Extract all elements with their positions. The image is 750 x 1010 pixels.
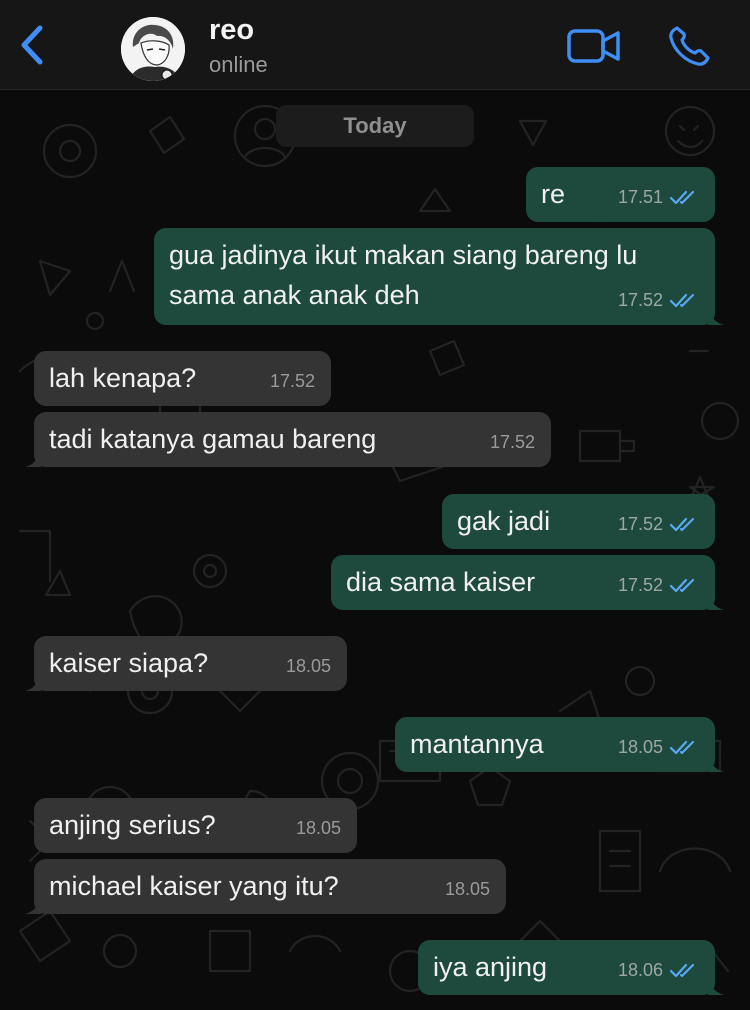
- phone-icon: [669, 26, 710, 66]
- message-text: anjing serius?: [49, 810, 216, 840]
- bubble-tail: [708, 307, 724, 325]
- message-time: 18.05: [295, 818, 341, 838]
- message-time: 17.52: [617, 514, 663, 534]
- chevron-left-icon: [21, 25, 43, 65]
- message-bubble-outgoing[interactable]: gua jadinya ikut makan siang bareng lu s…: [154, 228, 724, 325]
- message-time: 17.52: [489, 432, 535, 452]
- double-check-icon: [669, 517, 695, 532]
- video-call-button[interactable]: [566, 26, 622, 66]
- bubble-tail: [708, 754, 724, 772]
- contact-name[interactable]: reo: [209, 14, 254, 47]
- message-time: 17.52: [617, 290, 663, 310]
- message-text: iya anjing: [433, 952, 548, 982]
- message-time: 17.52: [269, 371, 315, 391]
- voice-call-button[interactable]: [667, 24, 713, 68]
- message-bubble-outgoing[interactable]: iya anjing 18.06: [418, 940, 724, 995]
- message-meta: 18.05: [618, 727, 699, 767]
- message-bubble-incoming[interactable]: lah kenapa? 17.52: [34, 351, 331, 406]
- message-time: 18.05: [444, 879, 490, 899]
- avatar-image: [121, 17, 185, 81]
- message-text: michael kaiser yang itu?: [49, 871, 339, 901]
- message-bubble-incoming[interactable]: anjing serius? 18.05: [34, 798, 357, 853]
- bubble-tail: [25, 673, 41, 691]
- message-bubble-outgoing[interactable]: gak jadi 17.52: [442, 494, 715, 549]
- message-bubble-incoming[interactable]: kaiser siapa? 18.05: [25, 636, 347, 691]
- date-separator: Today: [276, 105, 474, 147]
- message-meta: 17.52: [618, 565, 699, 605]
- avatar[interactable]: [121, 17, 185, 81]
- chat-area[interactable]: Today re 17.51 gua jadinya ikut makan sian…: [0, 91, 750, 1010]
- message-meta: 18.06: [618, 950, 699, 990]
- bubble-tail: [25, 896, 41, 914]
- message-meta: 18.05: [445, 869, 490, 909]
- message-bubble-incoming[interactable]: michael kaiser yang itu? 18.05: [25, 859, 506, 914]
- message-time: 17.51: [617, 187, 663, 207]
- message-time: 18.05: [617, 737, 663, 757]
- message-text: dia sama kaiser: [346, 567, 536, 597]
- message-time: 17.52: [617, 575, 663, 595]
- bubble-tail: [708, 977, 724, 995]
- chat-header: reo online: [0, 0, 750, 90]
- message-meta: 17.52: [618, 504, 699, 544]
- message-text: tadi katanya gamau bareng: [49, 424, 377, 454]
- message-text: lah kenapa?: [49, 363, 197, 393]
- message-text: re: [541, 179, 566, 209]
- message-meta: 17.52: [490, 422, 535, 462]
- double-check-icon: [669, 740, 695, 755]
- message-meta: 18.05: [286, 646, 331, 686]
- message-meta: 18.05: [296, 808, 341, 848]
- message-bubble-incoming[interactable]: tadi katanya gamau bareng 17.52: [25, 412, 551, 467]
- message-meta: 17.52: [270, 361, 315, 401]
- message-meta: 17.52: [618, 280, 699, 320]
- contact-status: online: [209, 52, 268, 77]
- double-check-icon: [669, 293, 695, 308]
- double-check-icon: [669, 578, 695, 593]
- message-time: 18.05: [285, 656, 331, 676]
- double-check-icon: [669, 190, 695, 205]
- double-check-icon: [669, 963, 695, 978]
- back-button[interactable]: [12, 22, 52, 68]
- message-text: mantannya: [410, 729, 544, 759]
- video-camera-icon: [567, 29, 620, 63]
- bubble-tail: [708, 592, 724, 610]
- message-time: 18.06: [617, 960, 663, 980]
- message-meta: 17.51: [618, 177, 699, 217]
- message-bubble-outgoing[interactable]: re 17.51: [526, 167, 715, 222]
- message-bubble-outgoing[interactable]: mantannya 18.05: [395, 717, 724, 772]
- message-text: gak jadi: [457, 506, 551, 536]
- message-text: kaiser siapa?: [49, 648, 209, 678]
- message-bubble-outgoing[interactable]: dia sama kaiser 17.52: [331, 555, 724, 610]
- bubble-tail: [25, 449, 41, 467]
